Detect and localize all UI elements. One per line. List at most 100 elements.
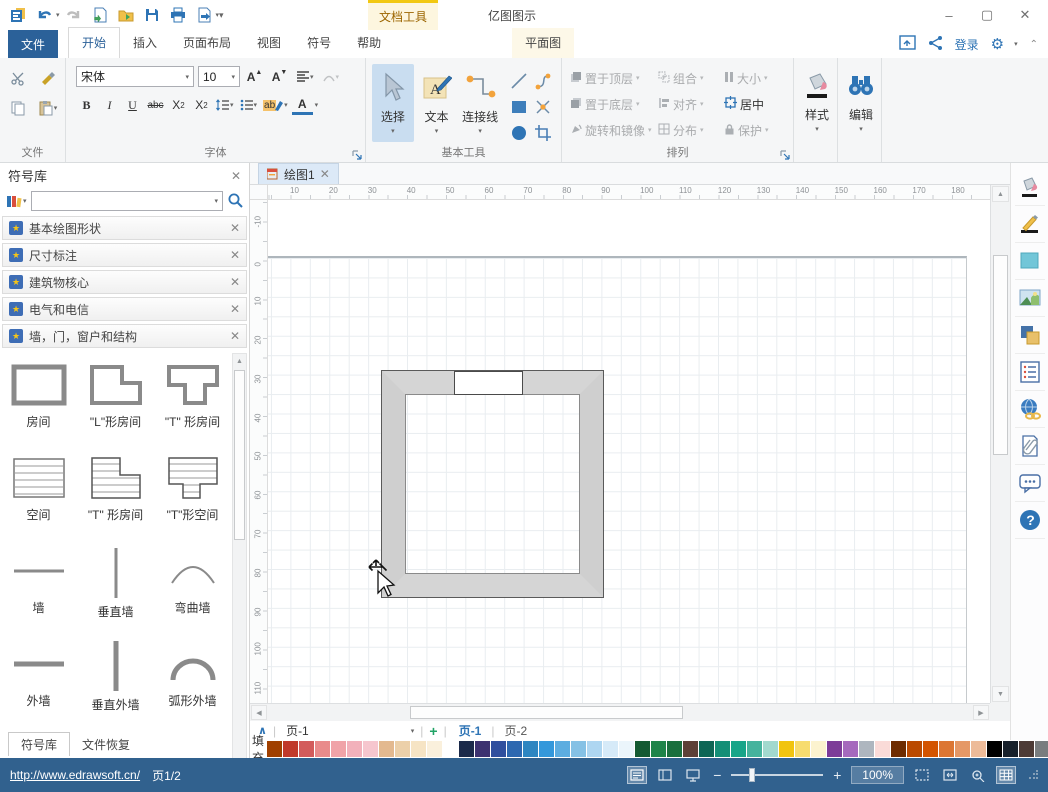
shape-wall-arc[interactable]: 弯曲墙 — [154, 541, 231, 634]
fill-color-swatch[interactable] — [1035, 741, 1048, 757]
settings-gear-icon[interactable]: ⚙ — [991, 37, 1004, 52]
text-align-button[interactable]: ▾ — [294, 67, 316, 87]
scroll-up-icon[interactable]: ▲ — [233, 354, 246, 369]
menu-tab-floor-plan[interactable]: 平面图 — [512, 28, 575, 58]
italic-button[interactable]: I — [99, 95, 120, 115]
fill-color-swatch[interactable] — [299, 741, 315, 757]
format-painter-button[interactable] — [38, 68, 58, 88]
search-icon[interactable] — [227, 192, 243, 211]
attachment-icon[interactable] — [1014, 428, 1045, 465]
shape-room[interactable]: 房间 — [0, 355, 77, 448]
export-button[interactable] — [192, 3, 216, 27]
fill-color-swatch[interactable] — [891, 741, 907, 757]
strikethrough-button[interactable]: abc — [145, 95, 166, 115]
text-tool-button[interactable]: A 文本 ▾ — [416, 64, 458, 142]
font-dialog-launcher-icon[interactable] — [352, 149, 362, 160]
document-tab-close-icon[interactable]: ✕ — [320, 167, 330, 181]
library-category-4[interactable]: ★ 电气和电信 ✕ — [2, 297, 247, 321]
print-button[interactable] — [166, 3, 190, 27]
subscript-button[interactable]: X2 — [168, 95, 189, 115]
fill-color-swatch[interactable] — [443, 741, 459, 757]
fill-color-swatch[interactable] — [779, 741, 795, 757]
export-image-icon[interactable] — [898, 35, 916, 53]
fit-page-icon[interactable] — [940, 766, 960, 784]
horizontal-scrollbar[interactable]: ◀ ▶ — [250, 703, 990, 721]
connector-tool-button[interactable]: 连接线 ▾ — [459, 64, 501, 142]
fill-color-swatch[interactable] — [859, 741, 875, 757]
fill-color-swatch[interactable] — [987, 741, 1003, 757]
shape-wall-v[interactable]: 垂直墙 — [77, 541, 154, 634]
fill-color-swatch[interactable] — [331, 741, 347, 757]
copy-button[interactable] — [8, 98, 28, 118]
zoom-in-button[interactable]: + — [831, 767, 843, 783]
menu-tab-5[interactable]: 符号 — [294, 28, 344, 58]
underline-button[interactable]: U — [122, 95, 143, 115]
fill-color-swatch[interactable] — [923, 741, 939, 757]
fill-color-swatch[interactable] — [971, 741, 987, 757]
fill-color-swatch[interactable] — [411, 741, 427, 757]
menu-tab-3[interactable]: 页面布局 — [170, 28, 244, 58]
fill-color-swatch[interactable] — [795, 741, 811, 757]
fill-color-swatch[interactable] — [507, 741, 523, 757]
shape-l-space[interactable]: "T" 形房间 — [77, 448, 154, 541]
panel-close-icon[interactable]: ✕ — [231, 169, 241, 183]
zoom-out-button[interactable]: − — [711, 767, 723, 783]
fill-color-swatch[interactable] — [315, 741, 331, 757]
scroll-left-icon[interactable]: ◀ — [251, 705, 267, 720]
menu-tab-4[interactable]: 视图 — [244, 28, 294, 58]
quick-color-icon[interactable] — [1014, 243, 1045, 280]
library-picker-icon[interactable]: ▾ — [6, 194, 27, 208]
grid-toggle-icon[interactable] — [996, 766, 1016, 784]
shape-ext-wall-h[interactable]: 外墙 — [0, 634, 77, 727]
undo-dropdown-arrow[interactable]: ▾ — [56, 11, 60, 19]
edit-button[interactable]: 编辑 ▾ — [844, 62, 878, 140]
panel-tab-symbol-library[interactable]: 符号库 — [8, 732, 71, 756]
curve-tool-icon[interactable] — [531, 68, 555, 94]
outline-view-icon[interactable] — [655, 766, 675, 784]
settings-dropdown-arrow[interactable]: ▾ — [1014, 40, 1018, 48]
superscript-button[interactable]: X2 — [191, 95, 212, 115]
document-tab[interactable]: 绘图1 ✕ — [258, 163, 339, 184]
fill-color-swatch[interactable] — [875, 741, 891, 757]
paste-button[interactable]: ▾ — [38, 98, 58, 118]
library-category-5[interactable]: ★ 墙，门，窗户和结构 ✕ — [2, 324, 247, 348]
fill-color-swatch[interactable] — [731, 741, 747, 757]
fill-color-swatch[interactable] — [715, 741, 731, 757]
zoom-area-icon[interactable] — [968, 766, 988, 784]
fill-color-swatch[interactable] — [475, 741, 491, 757]
category-close-icon[interactable]: ✕ — [230, 275, 240, 289]
context-tab-document-tools[interactable]: 文档工具 — [368, 0, 438, 30]
file-menu-button[interactable]: 文件 — [8, 30, 58, 58]
hyperlink-icon[interactable] — [1014, 391, 1045, 428]
fill-color-swatch[interactable] — [811, 741, 827, 757]
menu-tab-6[interactable]: 帮助 — [344, 28, 394, 58]
fill-color-swatch[interactable] — [267, 741, 283, 757]
fill-color-swatch[interactable] — [395, 741, 411, 757]
select-tool-button[interactable]: 选择 ▾ — [372, 64, 414, 142]
close-button[interactable]: ✕ — [1010, 4, 1040, 26]
fill-color-swatch[interactable] — [907, 741, 923, 757]
fill-color-swatch[interactable] — [955, 741, 971, 757]
category-close-icon[interactable]: ✕ — [230, 221, 240, 235]
redo-button[interactable] — [62, 3, 86, 27]
minimize-button[interactable]: – — [934, 4, 964, 26]
fill-color-swatch[interactable] — [763, 741, 779, 757]
zoom-slider-thumb[interactable] — [749, 768, 756, 782]
font-color-button[interactable]: A — [291, 95, 313, 115]
page-dropdown[interactable]: 页-1 — [286, 722, 309, 739]
zoom-level[interactable]: 100% — [851, 766, 904, 784]
shape-wall-h[interactable]: 墙 — [0, 541, 77, 634]
comment-icon[interactable] — [1014, 465, 1045, 502]
new-from-template-button[interactable] — [88, 3, 112, 27]
customize-toolbar-button[interactable]: ▾ — [219, 10, 224, 21]
line-style-icon[interactable] — [1014, 206, 1045, 243]
open-button[interactable] — [114, 3, 138, 27]
fill-color-swatch[interactable] — [1019, 741, 1035, 757]
font-name-select[interactable]: 宋体 ▾ — [76, 66, 194, 87]
login-button[interactable]: 登录 — [955, 36, 979, 53]
fill-color-swatch[interactable] — [427, 741, 443, 757]
fill-color-swatch[interactable] — [491, 741, 507, 757]
category-close-icon[interactable]: ✕ — [230, 329, 240, 343]
resize-grip[interactable] — [1028, 770, 1038, 780]
category-close-icon[interactable]: ✕ — [230, 248, 240, 262]
